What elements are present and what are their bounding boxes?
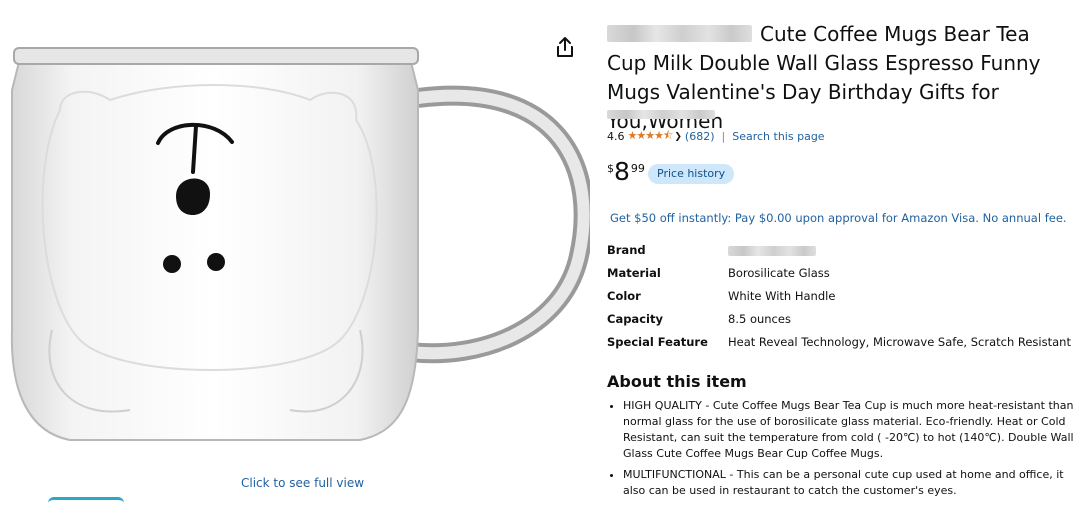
product-image[interactable]	[0, 0, 590, 470]
spec-key: Color	[607, 289, 641, 303]
list-item: MULTIFUNCTIONAL - This can be a personal…	[623, 467, 1078, 499]
star-rating[interactable]: ★★★★⯪	[628, 127, 674, 146]
rating-row: 4.6 ★★★★⯪ ❯ (682) | Search this page	[607, 127, 825, 146]
thumbnail-indicator[interactable]	[48, 497, 124, 510]
redacted-brand-value	[728, 245, 816, 256]
price-whole: 8	[614, 157, 630, 186]
promo-link[interactable]: Get $50 off instantly: Pay $0.00 upon ap…	[610, 211, 1067, 225]
price-history-button[interactable]: Price history	[648, 164, 735, 184]
about-heading: About this item	[607, 372, 747, 391]
redacted-brand	[607, 25, 752, 42]
spec-key: Capacity	[607, 312, 663, 326]
price: $ 8 99	[607, 158, 645, 186]
redacted-store-link[interactable]	[607, 110, 715, 119]
spec-value: White With Handle	[728, 289, 836, 303]
spec-value: 8.5 ounces	[728, 312, 791, 326]
spec-key: Material	[607, 266, 661, 280]
rating-value: 4.6	[607, 130, 625, 143]
share-icon[interactable]	[555, 36, 575, 58]
product-image-panel: Click to see full view	[0, 0, 590, 503]
search-this-page-link[interactable]: Search this page	[732, 130, 824, 143]
spec-value: Borosilicate Glass	[728, 266, 830, 280]
spec-key: Brand	[607, 243, 646, 257]
divider: |	[721, 130, 726, 143]
chevron-down-icon[interactable]: ❯	[674, 132, 682, 142]
price-fraction: 99	[630, 162, 645, 175]
spec-value	[728, 243, 816, 257]
price-currency: $	[607, 162, 614, 175]
spec-key: Special Feature	[607, 335, 708, 349]
list-item: HIGH QUALITY - Cute Coffee Mugs Bear Tea…	[623, 398, 1078, 462]
about-bullets: HIGH QUALITY - Cute Coffee Mugs Bear Tea…	[607, 398, 1078, 504]
click-to-see-full-view-link[interactable]: Click to see full view	[241, 476, 364, 490]
rating-count-link[interactable]: (682)	[685, 130, 715, 143]
spec-value: Heat Reveal Technology, Microwave Safe, …	[728, 335, 1071, 349]
